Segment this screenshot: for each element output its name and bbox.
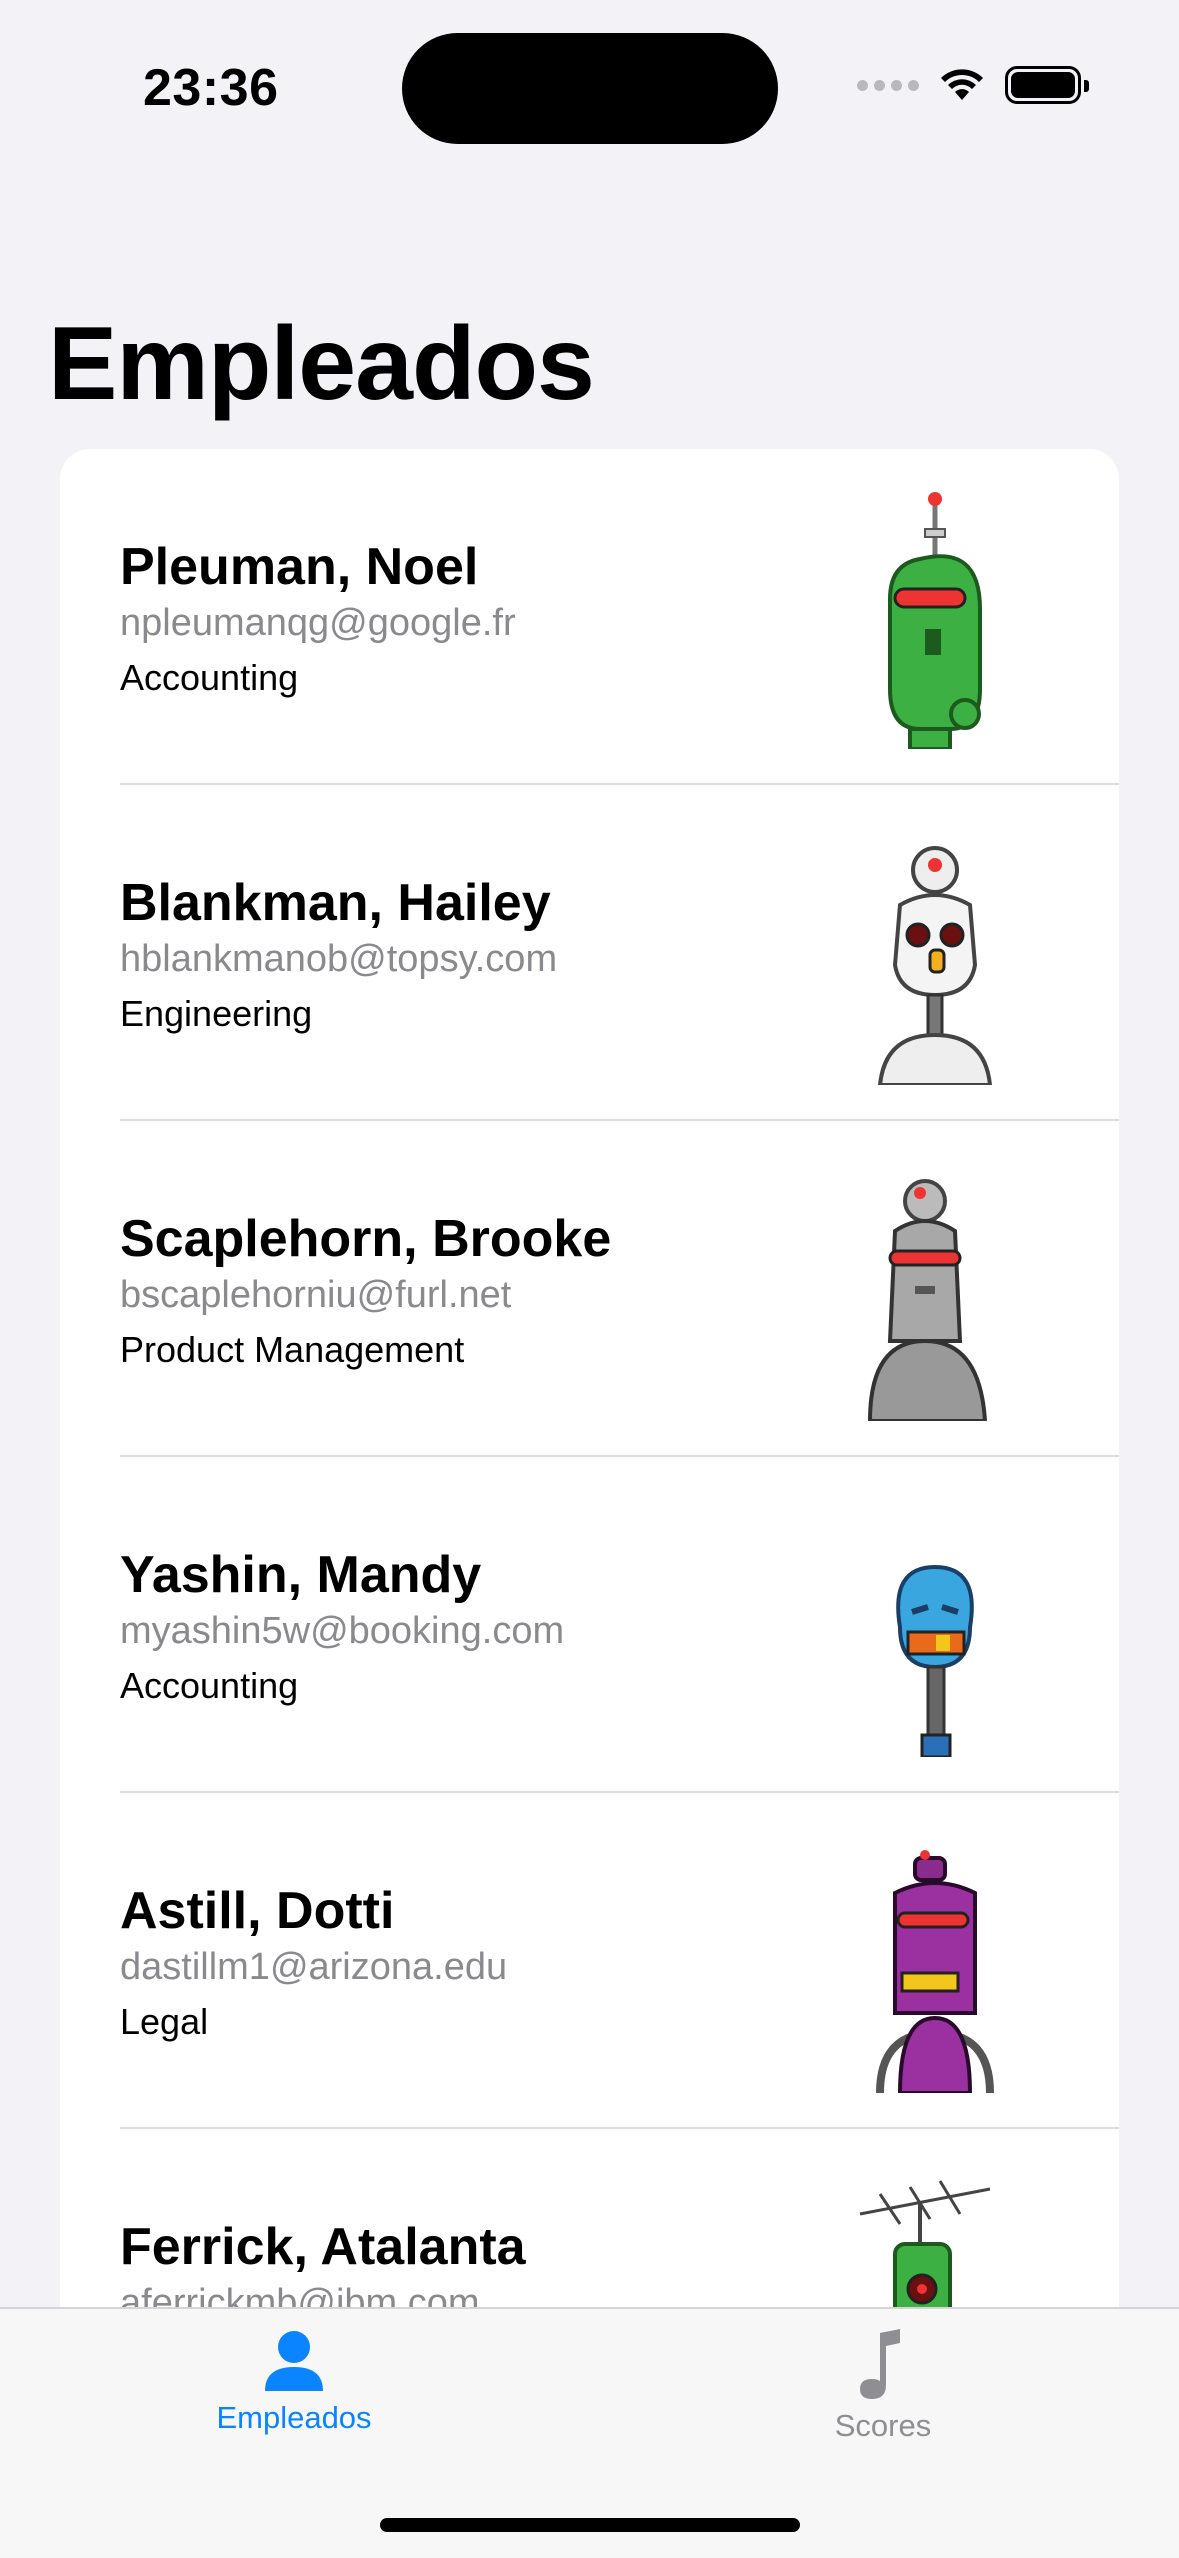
- list-item[interactable]: Ferrick, Atalanta aferrickmb@ibm.com: [60, 2129, 1119, 2309]
- person-icon: [265, 2331, 323, 2391]
- tab-label: Scores: [834, 2408, 932, 2443]
- employee-list[interactable]: Pleuman, Noel npleumanqg@google.fr Accou…: [60, 449, 1119, 2309]
- employee-name: Pleuman, Noel: [120, 538, 479, 596]
- list-item[interactable]: Astill, Dotti dastillm1@arizona.edu Lega…: [60, 1793, 1119, 2129]
- employee-name: Scaplehorn, Brooke: [120, 1210, 612, 1268]
- tab-label: Empleados: [216, 2400, 372, 2435]
- green-robot-icon: [888, 492, 982, 749]
- list-item[interactable]: Pleuman, Noel npleumanqg@google.fr Accou…: [60, 449, 1119, 785]
- employee-name: Ferrick, Atalanta: [120, 2218, 526, 2276]
- antenna-robot-icon: [859, 2180, 991, 2309]
- tab-scores[interactable]: Scores: [733, 2329, 1033, 2444]
- blue-robot-icon: [896, 1564, 974, 1757]
- employee-email: npleumanqg@google.fr: [120, 602, 516, 644]
- battery-icon: [1005, 66, 1089, 104]
- employee-email: dastillm1@arizona.edu: [120, 1946, 508, 1988]
- employee-email: bscaplehorniu@furl.net: [120, 1274, 512, 1316]
- dynamic-island: [402, 33, 778, 144]
- employee-department: Accounting: [120, 1665, 299, 1706]
- status-icons: [857, 66, 1089, 104]
- music-note-icon: [860, 2329, 900, 2399]
- employee-email: aferrickmb@ibm.com: [120, 2282, 480, 2309]
- white-robot-icon: [877, 846, 993, 1085]
- page-title: Empleados: [48, 306, 595, 422]
- list-item[interactable]: Blankman, Hailey hblankmanob@topsy.com E…: [60, 785, 1119, 1121]
- status-time: 23:36: [143, 59, 279, 117]
- purple-robot-icon: [876, 1850, 994, 2093]
- employee-department: Product Management: [120, 1329, 465, 1370]
- employee-email: hblankmanob@topsy.com: [120, 938, 558, 980]
- gray-robot-icon: [867, 1179, 988, 1421]
- employee-email: myashin5w@booking.com: [120, 1610, 565, 1652]
- list-item[interactable]: Yashin, Mandy myashin5w@booking.com Acco…: [60, 1457, 1119, 1793]
- employee-name: Blankman, Hailey: [120, 874, 551, 932]
- tab-empleados[interactable]: Empleados: [144, 2329, 444, 2436]
- employee-department: Engineering: [120, 993, 313, 1034]
- wifi-icon: [941, 69, 983, 100]
- employee-name: Astill, Dotti: [120, 1882, 395, 1940]
- employee-department: Legal: [120, 2001, 209, 2042]
- employee-name: Yashin, Mandy: [120, 1546, 482, 1604]
- employee-department: Accounting: [120, 657, 299, 698]
- cellular-signal-icon: [857, 79, 919, 91]
- list-item[interactable]: Scaplehorn, Brooke bscaplehorniu@furl.ne…: [60, 1121, 1119, 1457]
- home-indicator: [380, 2518, 800, 2532]
